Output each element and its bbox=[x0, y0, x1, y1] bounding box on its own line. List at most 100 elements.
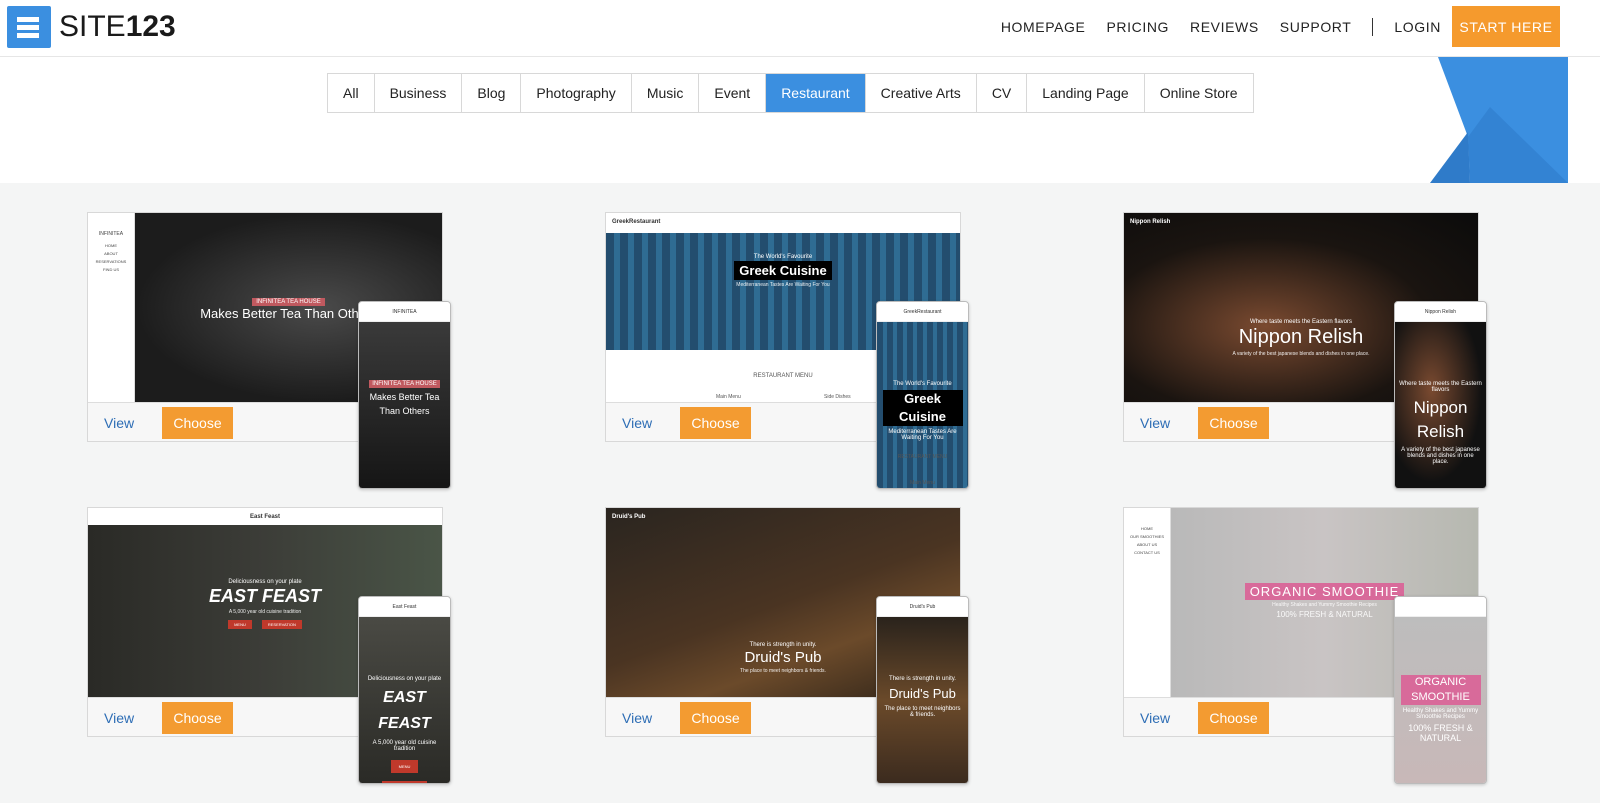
tab-blog[interactable]: Blog bbox=[461, 74, 521, 112]
logo-icon bbox=[7, 6, 51, 48]
site-header: SITE123 HOMEPAGE PRICING REVIEWS SUPPORT… bbox=[0, 0, 1600, 57]
logo-text-light: SITE bbox=[59, 10, 126, 43]
mobile-title: Nippon Relish bbox=[1413, 398, 1468, 441]
hero-subtitle: A 5,000 year old cuisine tradition bbox=[228, 609, 302, 615]
preview-site-name: GreekRestaurant bbox=[612, 218, 661, 225]
mobile-button: RESERVATION bbox=[382, 781, 427, 783]
hero-text: The World's Favourite Greek Cuisine Medi… bbox=[606, 253, 960, 288]
mobile-title: EAST FEAST bbox=[378, 689, 431, 732]
mobile-tagline: There is strength in unity. bbox=[889, 676, 956, 682]
nav-login[interactable]: LOGIN bbox=[1394, 19, 1441, 35]
mobile-preview[interactable]: Druid's Pub There is strength in unity. … bbox=[876, 596, 969, 784]
preview-site-name: INFINITEA bbox=[98, 231, 124, 237]
mobile-title: ORGANIC SMOOTHIE bbox=[1400, 675, 1481, 705]
nav-pricing[interactable]: PRICING bbox=[1106, 19, 1169, 35]
mobile-preview[interactable]: INFINITEA INFINITEA TEA HOUSE Makes Bett… bbox=[358, 301, 451, 489]
preview-sidebar: HOME OUR SMOOTHIES ABOUT US CONTACT US bbox=[1124, 508, 1171, 697]
mobile-topbar: East Feast bbox=[359, 597, 450, 617]
mobile-site-name: GreekRestaurant bbox=[903, 308, 942, 315]
choose-button[interactable]: Choose bbox=[1198, 702, 1269, 734]
mobile-col: Main Menu bbox=[910, 480, 935, 486]
view-button[interactable]: View bbox=[622, 415, 652, 431]
preview-site-name: Druid's Pub bbox=[612, 513, 646, 520]
site123-logo[interactable]: SITE123 bbox=[7, 6, 176, 48]
mobile-subtitle: A 5,000 year old cuisine tradition bbox=[372, 740, 437, 752]
preview-menu-item: HOME bbox=[1141, 526, 1153, 531]
preview-menu-item: ABOUT bbox=[104, 251, 118, 256]
preview-topbar: Nippon Relish bbox=[1124, 213, 1478, 230]
preview-menu-item: OUR SMOOTHIES bbox=[1129, 534, 1164, 539]
preview-sidebar: INFINITEA HOME ABOUT RESERVATIONS FIND US bbox=[88, 213, 135, 402]
view-button[interactable]: View bbox=[104, 415, 134, 431]
logo-text-bold: 123 bbox=[125, 10, 176, 43]
tab-event[interactable]: Event bbox=[698, 74, 766, 112]
mobile-preview[interactable]: GreekRestaurant The World's Favourite Gr… bbox=[876, 301, 969, 489]
view-button[interactable]: View bbox=[1140, 710, 1170, 726]
hero-title: Druid's Pub bbox=[744, 649, 822, 666]
tab-music[interactable]: Music bbox=[630, 74, 699, 112]
mobile-subtitle: A variety of the best japanese blends an… bbox=[1401, 447, 1480, 465]
choose-button[interactable]: Choose bbox=[680, 702, 751, 734]
mobile-site-name: East Feast bbox=[392, 603, 417, 610]
view-button[interactable]: View bbox=[622, 710, 652, 726]
mobile-title: Greek Cuisine bbox=[882, 390, 963, 426]
mobile-subtitle-2: 100% FRESH & NATURAL bbox=[1408, 723, 1473, 743]
mobile-topbar: Nippon Relish bbox=[1395, 302, 1486, 322]
choose-button[interactable]: Choose bbox=[162, 407, 233, 439]
mobile-hero: Deliciousness on your plate EAST FEAST A… bbox=[359, 617, 450, 783]
mobile-title: Makes Better Tea Than Others bbox=[369, 392, 440, 416]
mobile-site-name: INFINITEA bbox=[392, 308, 417, 315]
nav-homepage[interactable]: HOMEPAGE bbox=[1001, 19, 1086, 35]
tab-landing-page[interactable]: Landing Page bbox=[1026, 74, 1144, 112]
hero-title: Greek Cuisine bbox=[734, 261, 832, 280]
tab-all[interactable]: All bbox=[328, 74, 374, 112]
tab-online-store[interactable]: Online Store bbox=[1143, 74, 1253, 112]
mobile-title: Druid's Pub bbox=[889, 686, 956, 701]
mobile-preview[interactable]: East Feast Deliciousness on your plate E… bbox=[358, 596, 451, 784]
decorative-triangle bbox=[1430, 57, 1568, 183]
hero-tagline: There is strength in unity. bbox=[749, 642, 817, 648]
preview-menu-item: ABOUT US bbox=[1136, 542, 1158, 547]
nav-reviews[interactable]: REVIEWS bbox=[1190, 19, 1259, 35]
mobile-hero: Where taste meets the Eastern flavors Ni… bbox=[1395, 322, 1486, 488]
mobile-preview[interactable]: Nippon Relish Where taste meets the East… bbox=[1394, 301, 1487, 489]
mobile-subtitle: Mediterranean Tastes Are Waiting For You bbox=[888, 429, 957, 441]
hero-subtitle: The place to meet neighbors & friends. bbox=[740, 668, 826, 674]
hero-title: EAST FEAST bbox=[208, 586, 321, 606]
main-nav: HOMEPAGE PRICING REVIEWS SUPPORT LOGIN S… bbox=[980, 6, 1560, 47]
mobile-topbar: Druid's Pub bbox=[877, 597, 968, 617]
preview-col: Side Dishes bbox=[824, 394, 851, 400]
preview-topbar: East Feast bbox=[88, 508, 442, 525]
view-button[interactable]: View bbox=[104, 710, 134, 726]
preview-topbar: GreekRestaurant bbox=[606, 213, 960, 230]
mobile-hero: INFINITEA TEA HOUSE Makes Better Tea Tha… bbox=[359, 322, 450, 488]
mobile-button: MENU bbox=[390, 760, 419, 773]
mobile-section-title: RESTAURANT MENU bbox=[897, 454, 948, 460]
view-button[interactable]: View bbox=[1140, 415, 1170, 431]
start-here-button[interactable]: START HERE bbox=[1452, 6, 1560, 47]
tab-photography[interactable]: Photography bbox=[520, 74, 631, 112]
mobile-tagline: Deliciousness on your plate bbox=[367, 676, 442, 682]
preview-button: MENU bbox=[228, 620, 252, 629]
nav-support[interactable]: SUPPORT bbox=[1280, 19, 1352, 35]
choose-button[interactable]: Choose bbox=[162, 702, 233, 734]
hero-subtitle: Healthy Shakes and Yummy Smoothie Recipe… bbox=[1272, 602, 1377, 608]
tab-creative-arts[interactable]: Creative Arts bbox=[864, 74, 976, 112]
choose-button[interactable]: Choose bbox=[680, 407, 751, 439]
hero-tagline: Where taste meets the Eastern flavors bbox=[1249, 319, 1353, 325]
mobile-hero: There is strength in unity. Druid's Pub … bbox=[877, 617, 968, 783]
tab-cv[interactable]: CV bbox=[975, 74, 1027, 112]
mobile-tagline: The World's Favourite bbox=[893, 381, 952, 387]
tab-business[interactable]: Business bbox=[373, 74, 462, 112]
choose-button[interactable]: Choose bbox=[1198, 407, 1269, 439]
tab-restaurant[interactable]: Restaurant bbox=[765, 74, 865, 112]
hero-title: ORGANIC SMOOTHIE bbox=[1244, 583, 1405, 600]
mobile-tagline: INFINITEA TEA HOUSE bbox=[369, 380, 440, 388]
hero-tagline: The World's Favourite bbox=[753, 254, 813, 260]
preview-button: RESERVATION bbox=[261, 620, 302, 629]
mobile-hero: The World's Favourite Greek Cuisine Medi… bbox=[877, 322, 968, 488]
mobile-preview[interactable]: ORGANIC SMOOTHIE Healthy Shakes and Yumm… bbox=[1394, 596, 1487, 784]
hero-subtitle: A variety of the best japanese blends an… bbox=[1232, 351, 1370, 357]
mobile-topbar: INFINITEA bbox=[359, 302, 450, 322]
mobile-site-name: Nippon Relish bbox=[1424, 308, 1457, 315]
